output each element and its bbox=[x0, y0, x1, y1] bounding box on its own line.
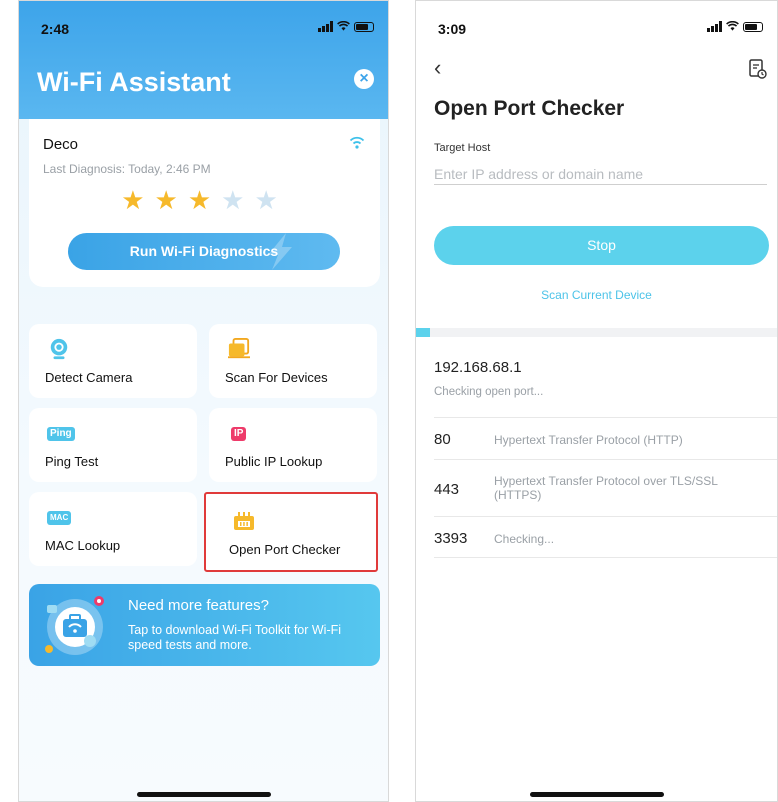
target-host-input[interactable] bbox=[434, 163, 767, 185]
divider bbox=[434, 557, 777, 558]
scan-progress-bar bbox=[416, 328, 777, 337]
tool-label: Open Port Checker bbox=[229, 542, 341, 557]
progress-fill bbox=[416, 328, 431, 337]
status-time: 3:09 bbox=[438, 21, 467, 37]
devices-icon bbox=[228, 338, 250, 359]
rating-stars: ★★★★★ bbox=[29, 185, 380, 216]
port-number: 443 bbox=[434, 481, 460, 498]
star-empty-icon: ★ bbox=[254, 185, 288, 215]
port-description: Checking... bbox=[494, 532, 555, 546]
star-empty-icon: ★ bbox=[221, 185, 255, 215]
home-indicator bbox=[136, 792, 271, 797]
history-icon[interactable] bbox=[749, 59, 767, 79]
port-number: 3393 bbox=[434, 530, 468, 547]
ip-icon: IP bbox=[231, 427, 247, 441]
star-filled-icon: ★ bbox=[121, 185, 155, 215]
tool-mac-lookup[interactable]: MAC MAC Lookup bbox=[29, 492, 197, 566]
scan-status: Checking open port... bbox=[434, 386, 544, 398]
close-icon[interactable]: × bbox=[354, 69, 374, 89]
status-time: 2:48 bbox=[41, 21, 70, 37]
tool-label: Scan For Devices bbox=[225, 370, 328, 385]
tool-scan-devices[interactable]: Scan For Devices bbox=[209, 324, 377, 398]
port-row: 443 Hypertext Transfer Protocol over TLS… bbox=[434, 459, 777, 516]
wifi-assistant-screen: 2:48 Wi-Fi Assistant × Deco Last Diagnos… bbox=[18, 0, 389, 802]
tool-public-ip-lookup[interactable]: IP Public IP Lookup bbox=[209, 408, 377, 482]
target-host-label: Target Host bbox=[434, 142, 491, 154]
port-row: 3393 Checking... bbox=[434, 516, 777, 557]
header: 2:48 Wi-Fi Assistant × bbox=[19, 1, 388, 119]
signal-icon bbox=[318, 21, 333, 32]
stop-button[interactable]: Stop bbox=[434, 226, 769, 265]
page-title: Wi-Fi Assistant bbox=[37, 67, 231, 97]
signal-icon bbox=[707, 21, 722, 32]
host-ip: 192.168.68.1 bbox=[434, 359, 522, 376]
ping-icon: Ping bbox=[47, 427, 75, 441]
deco-card: Deco Last Diagnosis: Today, 2:46 PM ★★★★… bbox=[29, 119, 380, 287]
mac-icon: MAC bbox=[47, 511, 72, 525]
wifi-status-icon bbox=[726, 21, 739, 31]
port-description: Hypertext Transfer Protocol over TLS/SSL… bbox=[494, 474, 718, 502]
open-port-checker-screen: 3:09 ‹ Open Port Checker Target Host Sto… bbox=[415, 0, 778, 802]
toolkit-icon bbox=[45, 596, 104, 655]
wifi-status-icon bbox=[337, 21, 350, 31]
camera-icon bbox=[50, 338, 68, 360]
port-number: 80 bbox=[434, 431, 451, 448]
star-filled-icon: ★ bbox=[154, 185, 188, 215]
home-indicator bbox=[529, 792, 664, 797]
promo-banner[interactable]: Need more features? Tap to download Wi-F… bbox=[29, 584, 380, 666]
wifi-icon bbox=[349, 136, 365, 149]
tool-label: Public IP Lookup bbox=[225, 454, 323, 469]
port-row: 80 Hypertext Transfer Protocol (HTTP) bbox=[434, 417, 777, 459]
device-name: Deco bbox=[43, 136, 79, 153]
tool-open-port-checker[interactable]: Open Port Checker bbox=[204, 492, 378, 572]
page-title: Open Port Checker bbox=[434, 97, 625, 120]
tool-label: MAC Lookup bbox=[45, 538, 121, 553]
tool-ping-test[interactable]: Ping Ping Test bbox=[29, 408, 197, 482]
battery-icon bbox=[743, 21, 763, 32]
last-diagnosis: Last Diagnosis: Today, 2:46 PM bbox=[43, 162, 211, 176]
scan-current-device-link[interactable]: Scan Current Device bbox=[416, 288, 777, 302]
status-icons bbox=[318, 21, 374, 32]
promo-subtitle: Tap to download Wi-Fi Toolkit for Wi-Fi … bbox=[128, 623, 342, 652]
tool-label: Detect Camera bbox=[45, 370, 133, 385]
run-diagnostics-label: Run Wi-Fi Diagnostics bbox=[129, 243, 279, 259]
port-icon bbox=[234, 512, 254, 530]
status-icons bbox=[707, 21, 763, 32]
battery-icon bbox=[354, 21, 374, 32]
run-diagnostics-button[interactable]: Run Wi-Fi Diagnostics bbox=[68, 233, 340, 270]
lightning-icon bbox=[268, 233, 292, 270]
tool-detect-camera[interactable]: Detect Camera bbox=[29, 324, 197, 398]
back-icon[interactable]: ‹ bbox=[434, 55, 441, 81]
port-description: Hypertext Transfer Protocol (HTTP) bbox=[494, 433, 683, 447]
promo-title: Need more features? bbox=[128, 597, 269, 614]
tool-label: Ping Test bbox=[45, 454, 99, 469]
star-filled-icon: ★ bbox=[187, 185, 222, 215]
